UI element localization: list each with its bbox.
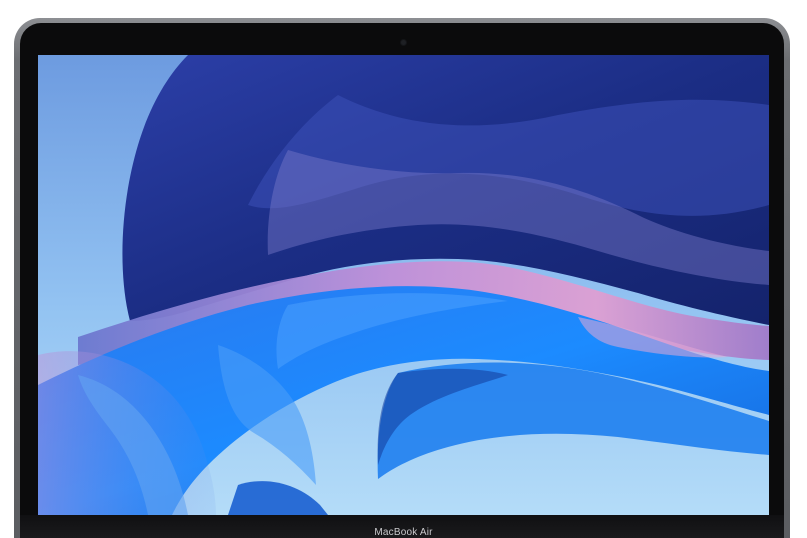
wallpaper xyxy=(38,55,769,515)
camera-icon xyxy=(401,40,406,45)
model-label: MacBook Air xyxy=(374,527,433,538)
display-screen xyxy=(38,55,769,515)
product-photo: MacBook Air xyxy=(0,0,807,538)
